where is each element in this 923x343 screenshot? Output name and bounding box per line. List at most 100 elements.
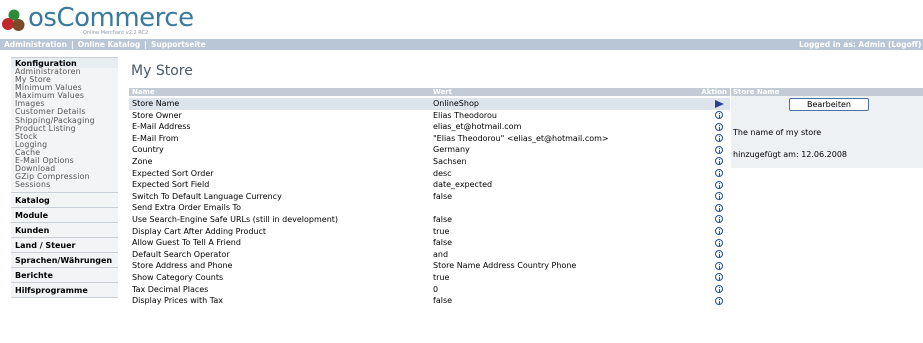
row-action[interactable] (714, 284, 726, 296)
row-value: Sachsen (433, 156, 467, 166)
info-icon[interactable] (715, 215, 723, 224)
info-icon[interactable] (715, 169, 723, 178)
sidebar-item-download[interactable]: Download (15, 165, 118, 173)
info-icon[interactable] (715, 250, 723, 259)
row-value: Store Name Address Country Phone (433, 261, 577, 271)
table-row[interactable]: Zone Sachsen (129, 156, 730, 168)
sidebar-item-cache[interactable]: Cache (15, 149, 118, 157)
row-action[interactable] (714, 133, 726, 145)
sidebar-category-hilfsprogramme[interactable]: Hilfsprogramme (11, 283, 118, 299)
sidebar-item-sessions[interactable]: Sessions (15, 181, 118, 189)
sidebar-category-module[interactable]: Module (11, 208, 118, 224)
row-name: Store Name (132, 99, 180, 108)
info-icon[interactable] (715, 285, 723, 293)
row-name: Switch To Default Language Currency (132, 191, 282, 201)
nav-link-online-katalog[interactable]: Online Katalog (78, 40, 141, 49)
info-icon[interactable] (715, 180, 723, 189)
row-name: Expected Sort Field (132, 180, 210, 190)
sidebar-item-administratoren[interactable]: Administratoren (15, 68, 118, 76)
info-icon[interactable] (715, 273, 723, 282)
sidebar-item-customer-details[interactable]: Customer Details (15, 108, 118, 116)
table-row[interactable]: Default Search Operator and (129, 249, 730, 261)
table-row[interactable]: Expected Sort Field date_expected (129, 179, 730, 191)
row-value: false (433, 191, 453, 201)
info-icon[interactable] (715, 145, 723, 154)
sidebar-item-gzip-compression[interactable]: GZip Compression (15, 173, 118, 181)
table-row[interactable]: Use Search-Engine Safe URLs (still in de… (129, 214, 730, 226)
row-action[interactable] (714, 121, 726, 133)
sidebar-category-sprachen-waehrungen[interactable]: Sprachen/Währungen (11, 253, 118, 269)
info-icon[interactable] (715, 157, 723, 166)
edit-button[interactable]: Bearbeiten (789, 98, 869, 111)
row-action[interactable] (714, 98, 726, 110)
table-row[interactable]: Allow Guest To Tell A Friend false (129, 237, 730, 249)
logged-in-status[interactable]: Logged in as: Admin (Logoff) (799, 39, 921, 50)
info-icon[interactable] (715, 134, 723, 143)
row-action[interactable] (714, 168, 726, 180)
sidebar-item-email-options[interactable]: E-Mail Options (15, 157, 118, 165)
table-row[interactable]: Switch To Default Language Currency false (129, 191, 730, 203)
row-action[interactable] (714, 272, 726, 284)
info-box-heading: Store Name (731, 88, 923, 96)
nav-links: Administration | Online Katalog | Supportsei… (4, 39, 206, 50)
nav-link-administration[interactable]: Administration (4, 40, 67, 49)
row-action[interactable] (714, 260, 726, 272)
info-icon[interactable] (715, 111, 723, 120)
row-name: Show Category Counts (132, 272, 224, 282)
nav-separator: | (144, 40, 147, 49)
top-navbar: Administration | Online Katalog | Supportsei… (0, 39, 923, 50)
table-row[interactable]: Display Cart After Adding Product true (129, 226, 730, 238)
row-value: false (433, 214, 453, 224)
table-row[interactable]: Display Prices with Tax false (129, 295, 730, 307)
sidebar-item-images[interactable]: Images (15, 100, 118, 108)
table-row[interactable]: Show Category Counts true (129, 272, 730, 284)
info-icon[interactable] (715, 296, 723, 305)
table-row[interactable]: Store Address and Phone Store Name Addres… (129, 260, 730, 272)
sidebar-item-shipping-packaging[interactable]: Shipping/Packaging (15, 117, 118, 125)
table-row[interactable]: Send Extra Order Emails To (129, 202, 730, 214)
oscommerce-logo[interactable]: osCommerce Online Merchant v2.2 RC2 (2, 3, 222, 37)
arrow-right-icon[interactable] (715, 100, 724, 108)
table-row[interactable]: E-Mail From "Elias Theodorou" <elias_et@h… (129, 133, 730, 145)
sidebar-item-my-store[interactable]: My Store (15, 76, 118, 84)
info-icon[interactable] (715, 227, 723, 236)
sidebar-category-land-steuer[interactable]: Land / Steuer (11, 238, 118, 254)
nav-link-supportseite[interactable]: Supportseite (151, 40, 206, 49)
sidebar-item-logging[interactable]: Logging (15, 141, 118, 149)
sidebar-item-minimum-values[interactable]: Minimum Values (15, 84, 118, 92)
row-action[interactable] (714, 144, 726, 156)
row-name: Allow Guest To Tell A Friend (132, 238, 241, 248)
row-action[interactable] (714, 214, 726, 226)
row-action[interactable] (714, 179, 726, 191)
table-row[interactable]: E-Mail Address elias_et@hotmail.com (129, 121, 730, 133)
table-row[interactable]: Store Name OnlineShop (129, 98, 730, 110)
info-icon[interactable] (715, 203, 723, 212)
sidebar-heading-konfiguration[interactable]: Konfiguration (11, 57, 118, 68)
row-value: date_expected (433, 180, 493, 190)
row-action[interactable] (714, 110, 726, 122)
row-value: false (433, 238, 453, 248)
sidebar-item-stock[interactable]: Stock (15, 133, 118, 141)
info-icon[interactable] (715, 261, 723, 270)
sidebar-category-katalog[interactable]: Katalog (11, 193, 118, 209)
row-action[interactable] (714, 156, 726, 168)
sidebar-item-product-listing[interactable]: Product Listing (15, 125, 118, 133)
row-action[interactable] (714, 226, 726, 238)
row-action[interactable] (714, 237, 726, 249)
row-action[interactable] (714, 249, 726, 261)
table-row[interactable]: Tax Decimal Places 0 (129, 284, 730, 296)
row-action[interactable] (714, 295, 726, 307)
info-icon[interactable] (715, 122, 723, 131)
info-box-description: The name of my store (733, 128, 822, 137)
row-value: 0 (433, 284, 439, 294)
sidebar-category-kunden[interactable]: Kunden (11, 223, 118, 239)
row-action[interactable] (714, 191, 726, 203)
row-action[interactable] (714, 202, 726, 214)
sidebar-category-berichte[interactable]: Berichte (11, 268, 118, 284)
table-row[interactable]: Expected Sort Order desc (129, 168, 730, 180)
info-icon[interactable] (715, 192, 723, 201)
table-row[interactable]: Store Owner Elias Theodorou (129, 110, 730, 122)
info-icon[interactable] (715, 238, 723, 247)
sidebar-item-maximum-values[interactable]: Maximum Values (15, 92, 118, 100)
table-row[interactable]: Country Germany (129, 144, 730, 156)
